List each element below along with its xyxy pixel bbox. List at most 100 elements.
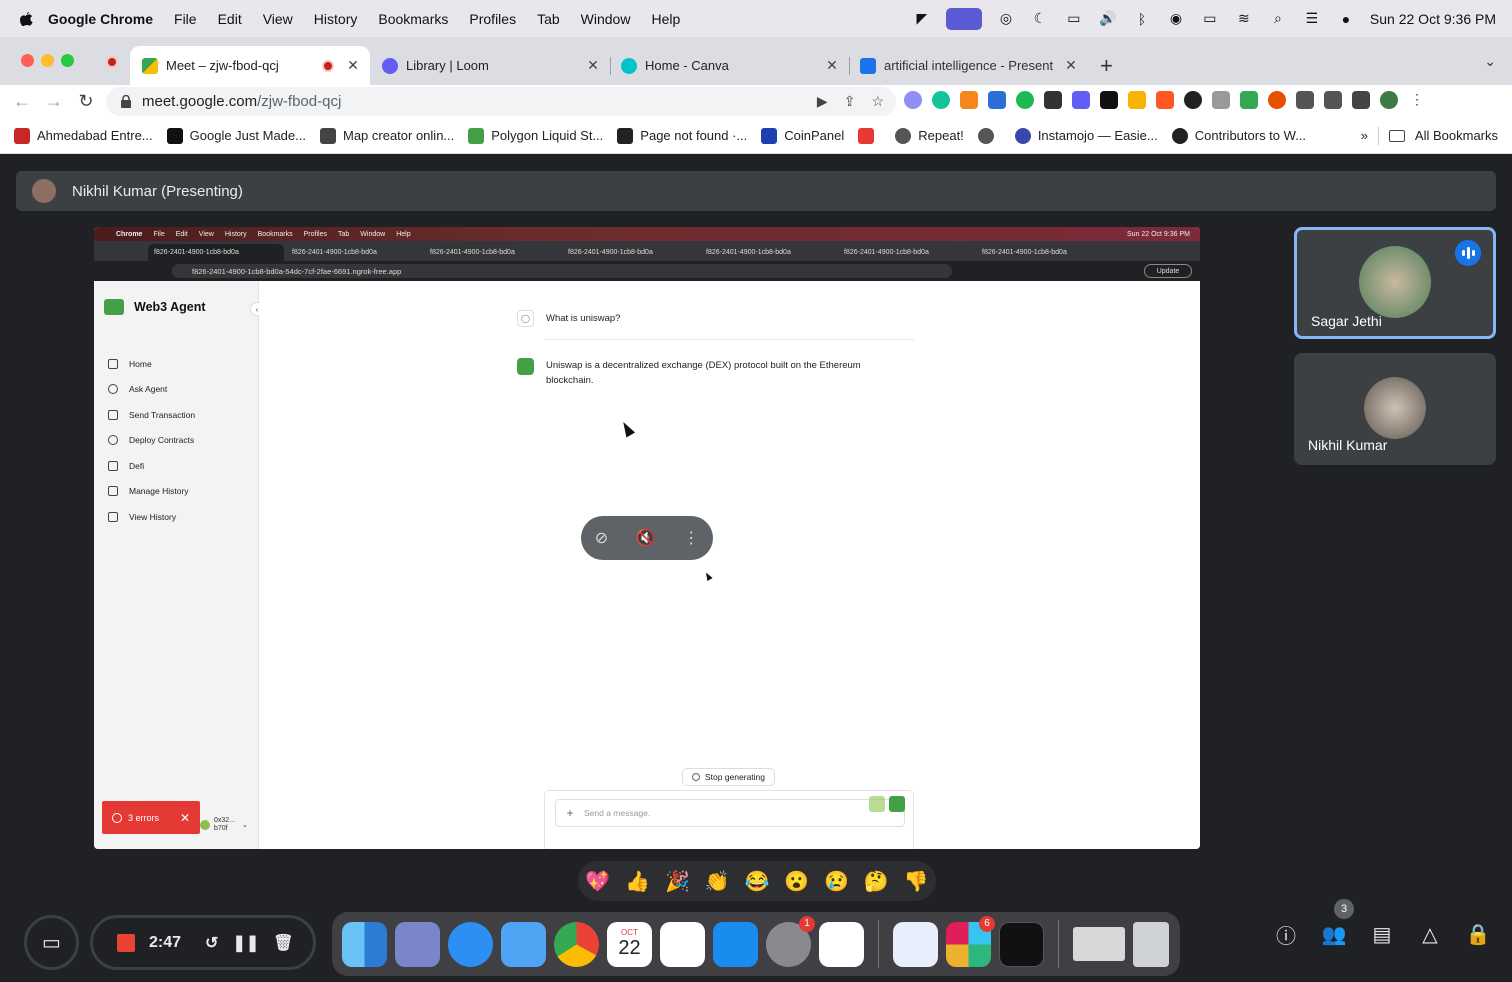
extension-icon[interactable]: [1240, 91, 1258, 109]
tab-search-chevron-icon[interactable]: ⌄: [1484, 53, 1496, 70]
menubar-clock[interactable]: Sun 22 Oct 9:36 PM: [1370, 11, 1496, 27]
reaction-party[interactable]: 🎉: [665, 869, 690, 894]
control-center-icon[interactable]: ☰: [1302, 10, 1322, 28]
media-icon[interactable]: [1324, 91, 1342, 109]
reaction-laugh[interactable]: 😂: [744, 869, 769, 894]
bookmark-item[interactable]: Map creator onlin...: [319, 127, 454, 144]
notion-extension-icon[interactable]: [988, 91, 1006, 109]
extension-icon[interactable]: [1156, 91, 1174, 109]
puzzle-icon[interactable]: [1296, 91, 1314, 109]
reaction-heart[interactable]: 💖: [585, 869, 610, 894]
volume-icon[interactable]: 🔊: [1098, 10, 1118, 28]
side-panel-icon[interactable]: [1352, 91, 1370, 109]
trash-icon[interactable]: 🗑: [273, 933, 293, 953]
pip-icon[interactable]: [1044, 91, 1062, 109]
share-icon[interactable]: ⇪: [844, 93, 856, 110]
tab-canva[interactable]: Home - Canva ✕: [609, 46, 849, 85]
mail-icon[interactable]: [501, 921, 546, 967]
stop-recording-button[interactable]: [117, 933, 135, 952]
presentation-app-icon[interactable]: [893, 921, 938, 967]
extension-icon[interactable]: [1268, 91, 1286, 109]
battery-icon[interactable]: ▭: [1200, 10, 1220, 28]
menu-profiles[interactable]: Profiles: [469, 11, 516, 27]
reminders-icon[interactable]: [660, 921, 705, 967]
moon-icon[interactable]: ☾: [1030, 10, 1050, 28]
menu-window[interactable]: Window: [581, 11, 631, 27]
bookmark-item[interactable]: Google Just Made...: [166, 127, 306, 144]
participant-tile[interactable]: Nikhil Kumar: [1294, 353, 1496, 465]
loom-extension-icon[interactable]: [1072, 91, 1090, 109]
slack-icon[interactable]: 6: [946, 915, 995, 967]
reaction-thinking[interactable]: 🤔: [864, 869, 889, 894]
close-tab-icon[interactable]: ✕: [344, 57, 362, 74]
more-bookmarks-icon[interactable]: »: [1361, 128, 1368, 143]
user-icon[interactable]: ◉: [1166, 10, 1186, 28]
reaction-surprised[interactable]: 😮: [784, 869, 809, 894]
bookmark-item[interactable]: Instamojo — Easie...: [1014, 127, 1158, 144]
apple-icon[interactable]: [18, 10, 34, 28]
forward-icon[interactable]: →: [44, 91, 64, 112]
meet-presenting-icon[interactable]: [945, 7, 982, 30]
info-icon[interactable]: ⓘ: [1274, 922, 1298, 948]
extension-icon[interactable]: [1100, 91, 1118, 109]
mute-icon[interactable]: 🔇: [636, 528, 656, 548]
address-bar[interactable]: meet.google.com/zjw-fbod-qcj ▶ ⇪ ☆: [106, 87, 896, 116]
reaction-clap[interactable]: 👏: [705, 869, 730, 894]
bookmark-item[interactable]: Page not found ·...: [617, 127, 747, 144]
restart-icon[interactable]: ↺: [205, 933, 218, 953]
menu-view[interactable]: View: [263, 11, 293, 27]
bookmark-item[interactable]: Ahmedabad Entre...: [14, 127, 153, 144]
metamask-icon[interactable]: [960, 91, 978, 109]
menu-tab[interactable]: Tab: [537, 11, 560, 27]
trash-can-icon[interactable]: [1133, 921, 1169, 967]
host-controls-icon[interactable]: 🔒: [1466, 922, 1491, 946]
screen-share-icon[interactable]: ◤: [912, 10, 932, 28]
menu-file[interactable]: File: [174, 11, 197, 27]
extension-icon[interactable]: [1128, 91, 1146, 109]
wifi-icon[interactable]: ≋: [1234, 10, 1254, 28]
activities-icon[interactable]: △: [1418, 922, 1442, 946]
menu-edit[interactable]: Edit: [218, 11, 242, 27]
all-bookmarks-label[interactable]: All Bookmarks: [1415, 128, 1498, 143]
app-store-icon[interactable]: [713, 921, 758, 967]
profile-avatar[interactable]: [1380, 91, 1398, 109]
extension-icon[interactable]: [1184, 91, 1202, 109]
bookmark-item[interactable]: Polygon Liquid St...: [468, 127, 603, 144]
finder-icon[interactable]: [342, 921, 387, 967]
chat-icon[interactable]: ▤: [1370, 922, 1394, 946]
tab-meet[interactable]: Meet – zjw-fbod-qcj ✕: [130, 46, 370, 85]
safari-icon[interactable]: [448, 921, 493, 967]
unpin-icon[interactable]: ⊘: [595, 528, 608, 548]
reaction-thumbs-up[interactable]: 👍: [625, 869, 650, 894]
pause-icon[interactable]: ❚❚: [232, 933, 259, 953]
freeform-icon[interactable]: [819, 921, 864, 967]
bookmark-item[interactable]: Contributors to W...: [1171, 127, 1306, 144]
bookmark-item[interactable]: Repeat!: [895, 127, 964, 144]
participant-tile[interactable]: Sagar Jethi: [1294, 227, 1496, 339]
zoom-window-button[interactable]: [61, 54, 74, 67]
close-tab-icon[interactable]: ✕: [1062, 57, 1080, 74]
menu-help[interactable]: Help: [651, 11, 680, 27]
tile-controls[interactable]: ⊘ 🔇 ⋮: [581, 516, 713, 560]
reload-icon[interactable]: ↻: [76, 91, 96, 112]
back-icon[interactable]: ←: [12, 91, 32, 112]
airdrop-icon[interactable]: ◎: [996, 10, 1016, 28]
kebab-menu-icon[interactable]: ⋮: [1408, 91, 1426, 109]
extension-icon[interactable]: [1212, 91, 1230, 109]
reaction-sad[interactable]: 😢: [824, 869, 849, 894]
bluetooth-icon[interactable]: ᛒ: [1132, 10, 1152, 28]
reaction-thumbs-down[interactable]: 👎: [904, 869, 929, 894]
window-thumbnail-icon[interactable]: [1073, 927, 1125, 961]
close-tab-icon[interactable]: ✕: [584, 57, 602, 74]
terminal-icon[interactable]: [999, 921, 1044, 967]
close-window-button[interactable]: [21, 54, 34, 67]
new-tab-icon[interactable]: +: [1100, 53, 1113, 79]
bookmark-star-icon[interactable]: ☆: [871, 93, 884, 110]
tab-loom[interactable]: Library | Loom ✕: [370, 46, 610, 85]
menu-app-name[interactable]: Google Chrome: [48, 11, 153, 27]
launchpad-icon[interactable]: [395, 921, 440, 967]
system-settings-icon[interactable]: 1: [766, 915, 815, 967]
chrome-icon[interactable]: [554, 921, 599, 967]
bookmark-item[interactable]: CoinPanel: [761, 127, 844, 144]
extension-icon[interactable]: [1016, 91, 1034, 109]
